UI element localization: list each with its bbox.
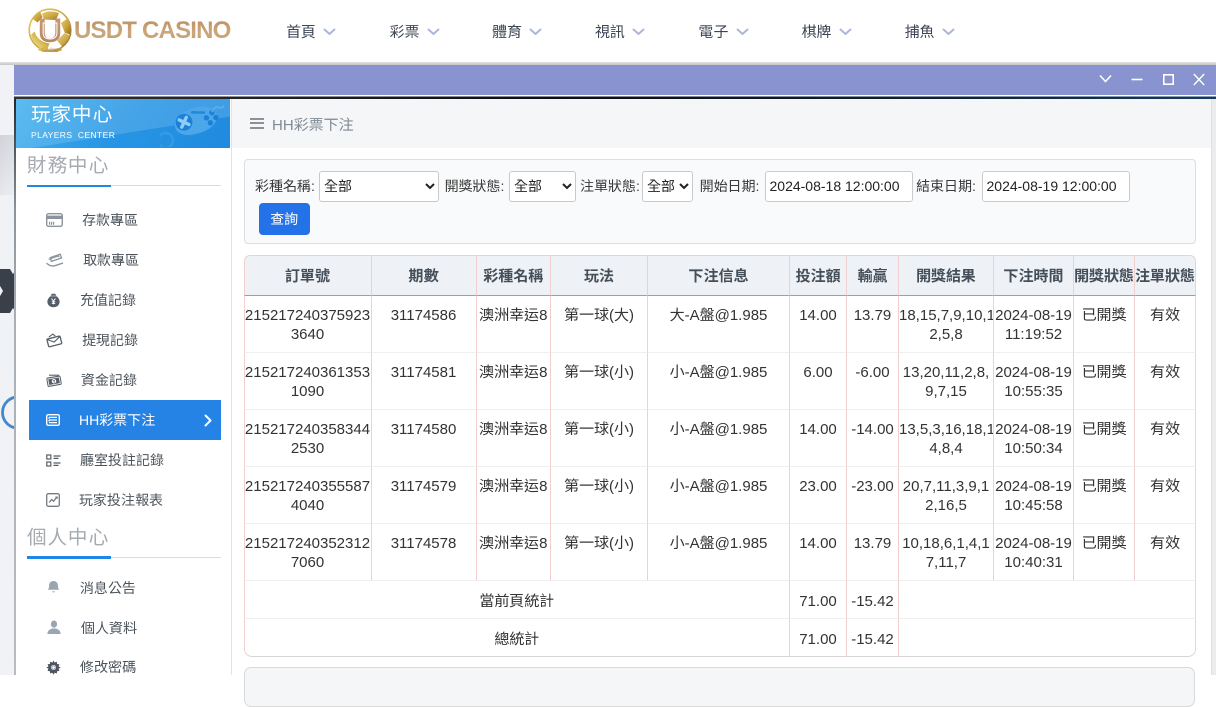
svg-text:Casino: Casino xyxy=(42,48,58,53)
svg-text:U: U xyxy=(42,18,59,44)
